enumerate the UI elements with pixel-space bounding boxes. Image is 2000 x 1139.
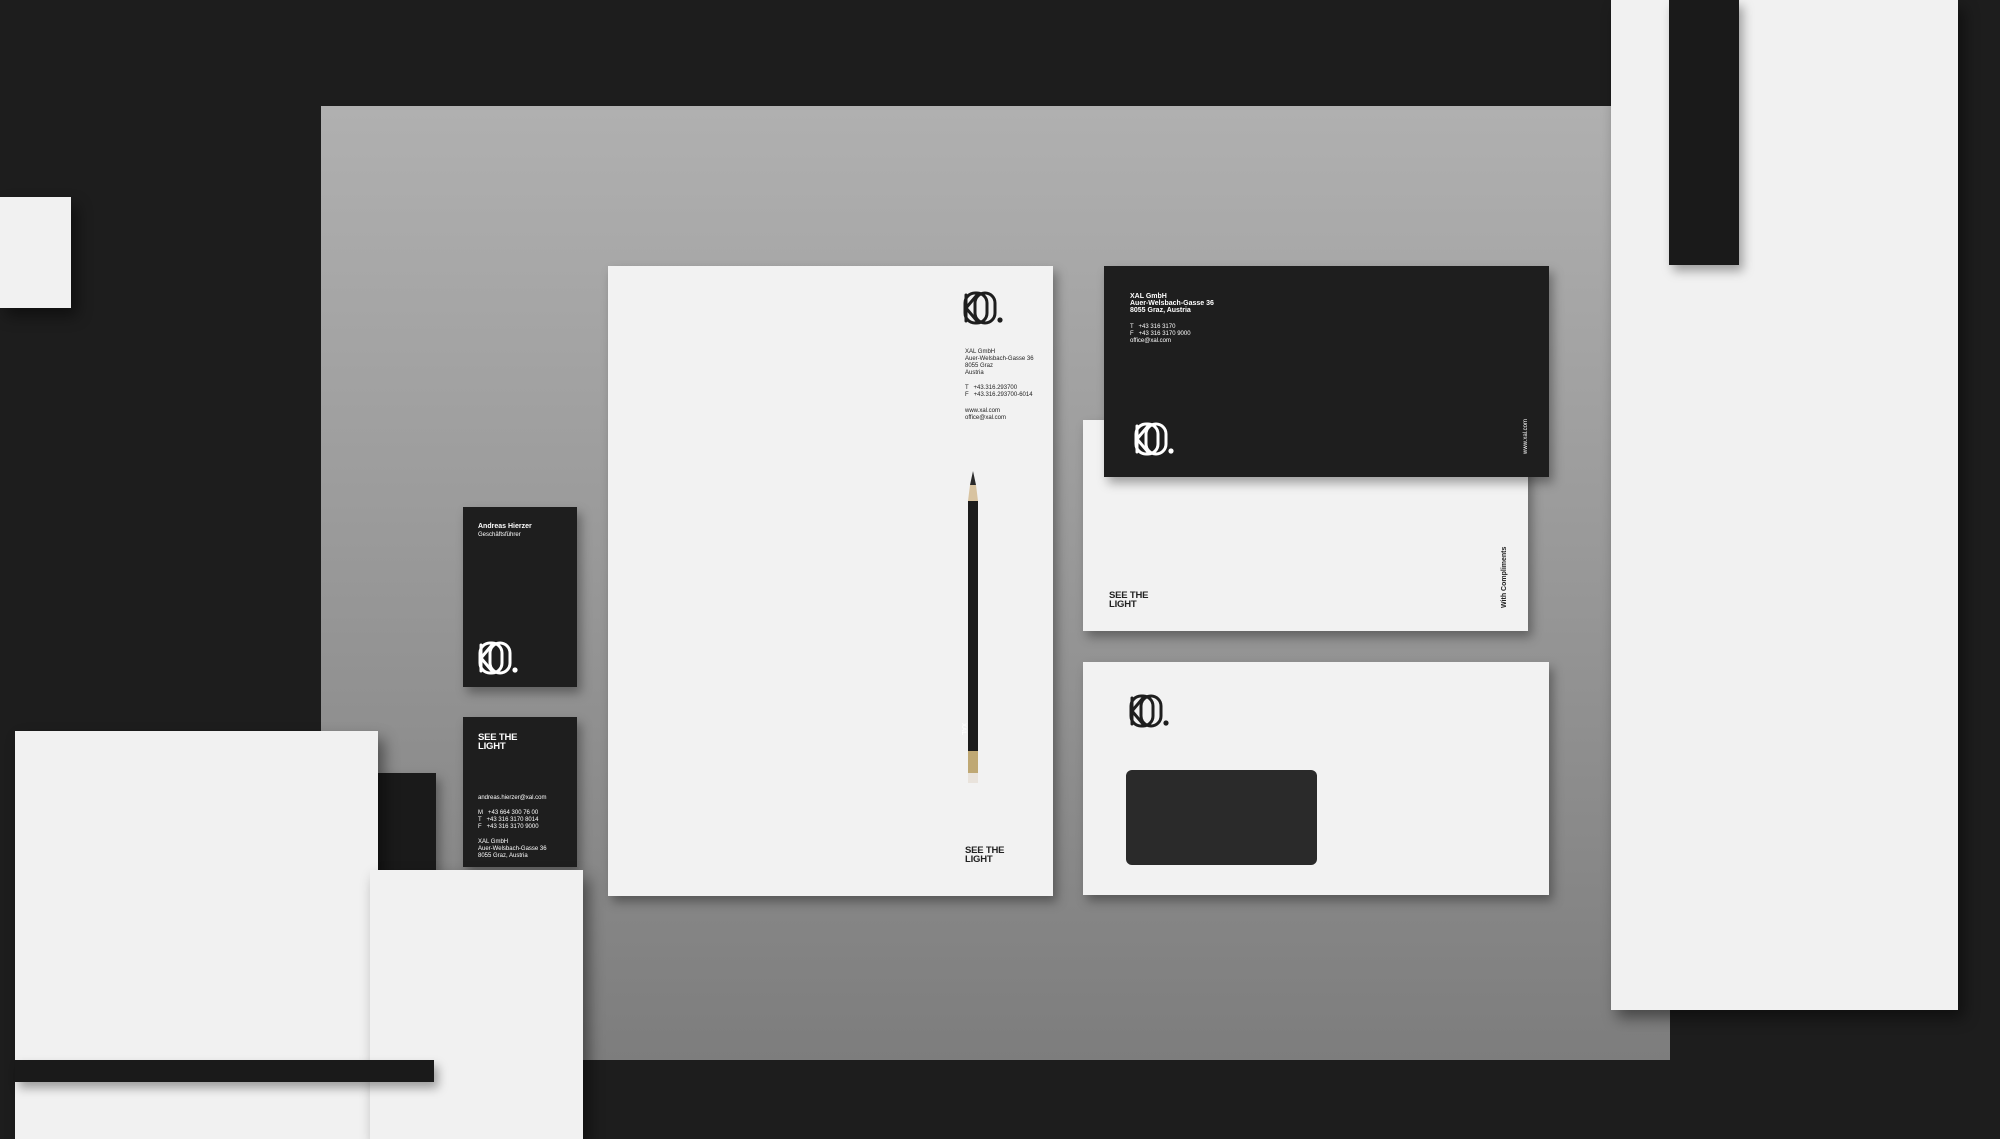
window-envelope bbox=[1083, 662, 1549, 895]
letterhead-email: office@xal.com bbox=[965, 415, 1006, 421]
dark-bar-bottom bbox=[15, 1060, 434, 1082]
letterhead-slogan-line-2: LIGHT bbox=[965, 854, 993, 865]
white-block-bottom-center bbox=[370, 870, 583, 1139]
xal-logo-icon bbox=[963, 291, 1003, 325]
card-name: Andreas Hierzer bbox=[478, 523, 532, 530]
comp-email: office@xal.com bbox=[1130, 338, 1171, 344]
card-slogan-line-2: LIGHT bbox=[478, 741, 506, 752]
white-panel-right bbox=[1611, 0, 1958, 1010]
letterhead-sheet: XAL GmbH Auer-Welsbach-Gasse 36 8055 Gra… bbox=[608, 266, 1053, 896]
xal-logo-icon bbox=[478, 641, 518, 675]
pencil bbox=[965, 471, 981, 801]
slip-with-compliments: With Compliments bbox=[1501, 546, 1508, 608]
dark-bar-right bbox=[1669, 0, 1739, 265]
card-city: 8055 Graz, Austria bbox=[478, 853, 528, 859]
dark-bar-small bbox=[376, 773, 436, 873]
card-fax: F +43 316 3170 9000 bbox=[478, 824, 539, 830]
xal-logo-icon bbox=[1134, 422, 1174, 456]
pencil-brand: XAL bbox=[960, 723, 966, 735]
card-role: Geschäftsführer bbox=[478, 532, 521, 538]
xal-logo-icon bbox=[1129, 694, 1169, 728]
envelope-window bbox=[1126, 770, 1317, 865]
white-block-top-left bbox=[0, 197, 71, 308]
slip-slogan-line-2: LIGHT bbox=[1109, 599, 1137, 610]
letterhead-fax: F +43.316.293700-6014 bbox=[965, 392, 1033, 398]
compliments-card-dark: XAL GmbH Auer-Welsbach-Gasse 36 8055 Gra… bbox=[1104, 266, 1549, 477]
business-card-front: Andreas Hierzer Geschäftsführer bbox=[463, 507, 577, 687]
letterhead-country: Austria bbox=[965, 370, 984, 376]
business-card-back: SEE THE LIGHT andreas.hierzer@xal.com M … bbox=[463, 717, 577, 867]
comp-web: www.xal.com bbox=[1523, 418, 1529, 454]
comp-city: 8055 Graz, Austria bbox=[1130, 307, 1191, 314]
card-email: andreas.hierzer@xal.com bbox=[478, 795, 547, 801]
